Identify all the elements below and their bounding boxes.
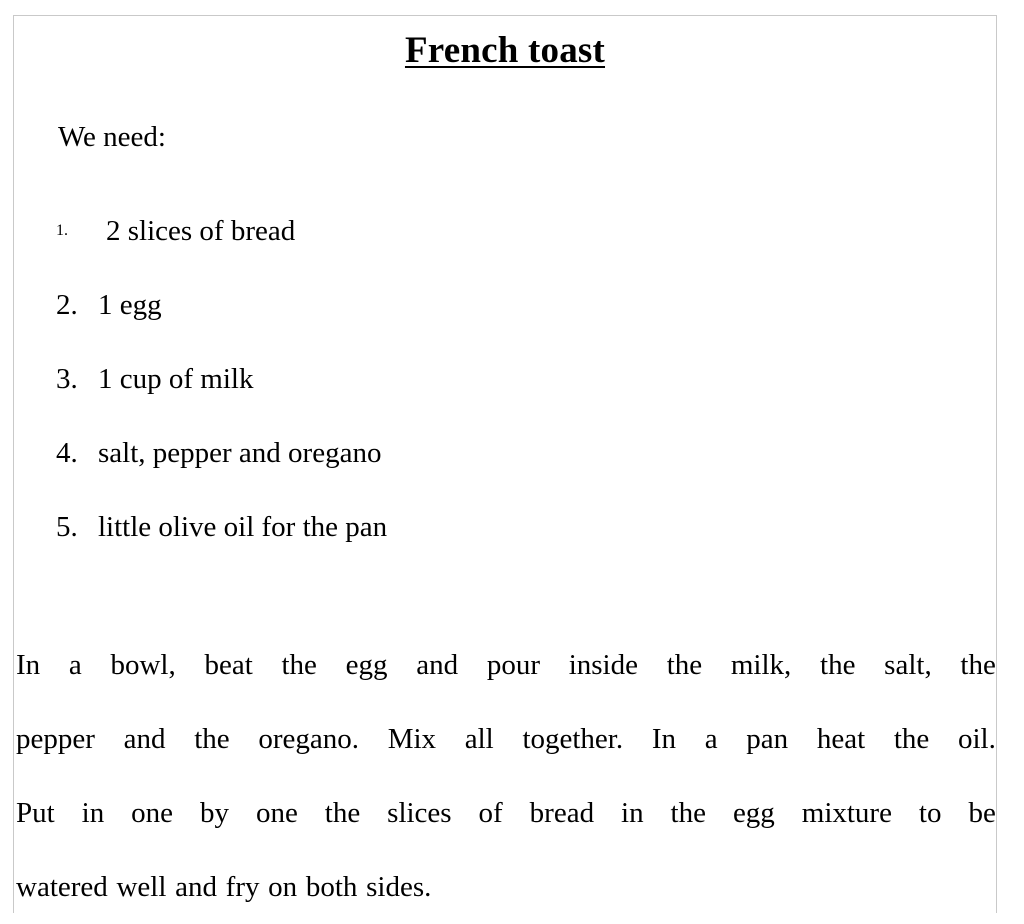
list-item-marker: 3.: [56, 363, 78, 395]
word: be: [968, 797, 996, 829]
ingredients-list: 1. 2 slices of bread 2. 1 egg 3. 1 cup o…: [14, 194, 996, 564]
instructions-line: pepper and the oregano. Mix all together. In a pa…: [16, 702, 996, 776]
word: bowl,: [110, 649, 176, 681]
word: inside: [568, 649, 638, 681]
word: the: [893, 723, 930, 755]
word: pour: [486, 649, 540, 681]
list-item-marker: 4.: [56, 437, 78, 469]
word: milk,: [730, 649, 792, 681]
list-item: 3. 1 cup of milk: [14, 342, 996, 416]
word: the: [281, 649, 317, 681]
list-item-marker: 1.: [56, 222, 68, 239]
list-item-label: little olive oil for the pan: [98, 511, 388, 543]
list-item-label: 2 slices of bread: [106, 215, 296, 247]
word: the: [670, 797, 706, 829]
word: in: [81, 797, 105, 829]
page-title-text: French toast: [404, 30, 606, 71]
word: pepper: [16, 723, 95, 755]
word: one: [255, 797, 298, 829]
list-item: 5. little olive oil for the pan: [14, 490, 996, 564]
word: egg: [345, 649, 388, 681]
word: the: [960, 649, 996, 681]
list-item-marker: 5.: [56, 511, 78, 543]
list-item: 1. 2 slices of bread: [14, 194, 996, 268]
word: beat: [204, 649, 253, 681]
list-item-marker: 2.: [56, 289, 78, 321]
word: a: [68, 649, 82, 681]
word: in: [621, 797, 644, 829]
document-page: French toast We need: 1. 2 slices of bre…: [13, 15, 997, 913]
word: Mix: [387, 723, 437, 755]
word: by: [199, 797, 229, 829]
list-item: 4. salt, pepper and oregano: [14, 416, 996, 490]
word: of: [478, 797, 503, 829]
word: heat: [816, 723, 866, 755]
word: pan: [746, 723, 789, 755]
word: oil.: [958, 723, 996, 755]
word: and: [416, 649, 459, 681]
instructions-line: Put in one by one the slices of bread in the egg mix…: [16, 776, 996, 850]
word: the: [666, 649, 703, 681]
word: the: [324, 797, 361, 829]
word: and: [123, 723, 166, 755]
list-item-label: salt, pepper and oregano: [98, 437, 382, 469]
word: one: [131, 797, 174, 829]
page-title: French toast: [14, 30, 996, 71]
word: In: [16, 649, 41, 681]
intro-line: We need:: [58, 121, 166, 153]
list-item: 2. 1 egg: [14, 268, 996, 342]
word: bread: [529, 797, 595, 829]
word: egg: [732, 797, 775, 829]
word: together.: [522, 723, 624, 755]
word: oregano.: [258, 723, 359, 755]
word: a: [704, 723, 718, 755]
word: Put: [16, 797, 55, 829]
word: the: [194, 723, 230, 755]
word: all: [464, 723, 494, 755]
list-item-label: 1 cup of milk: [98, 363, 254, 395]
word: In: [651, 723, 676, 755]
word: the: [820, 649, 856, 681]
word: mixture: [801, 797, 892, 829]
word: slices: [387, 797, 452, 829]
word: salt,: [884, 649, 932, 681]
instructions-paragraph: In a bowl, beat the egg and pour inside the milk, t…: [16, 628, 996, 924]
word: to: [918, 797, 942, 829]
list-item-label: 1 egg: [98, 289, 162, 321]
instructions-line: In a bowl, beat the egg and pour inside the milk, t…: [16, 628, 996, 702]
